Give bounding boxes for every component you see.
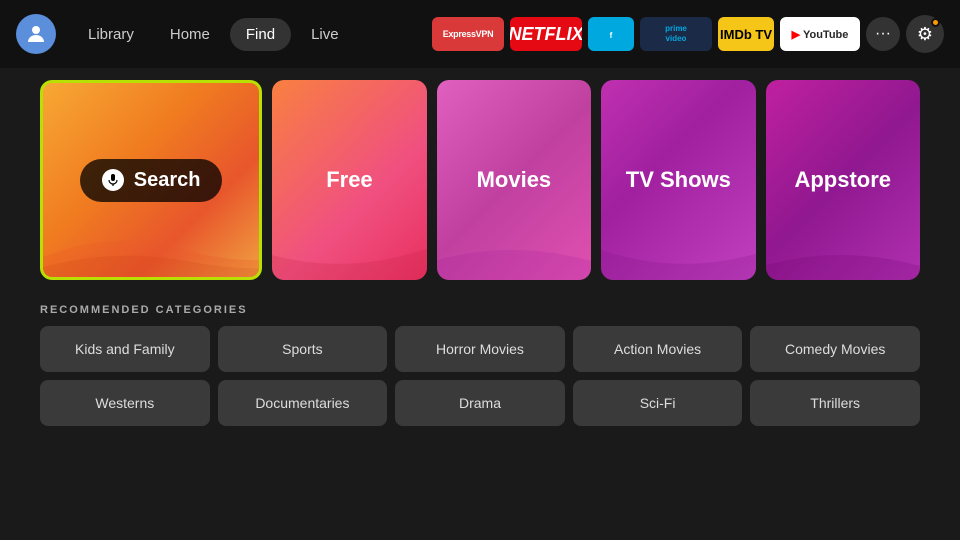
prime-app-icon[interactable]: primevideo bbox=[640, 17, 712, 51]
settings-button[interactable]: ⚙ bbox=[906, 15, 944, 53]
settings-notification-dot bbox=[931, 18, 940, 27]
category-drama[interactable]: Drama bbox=[395, 380, 565, 426]
microphone-icon bbox=[102, 169, 124, 191]
youtube-label: ▶ YouTube bbox=[792, 28, 849, 41]
category-thrillers[interactable]: Thrillers bbox=[750, 380, 920, 426]
search-button[interactable]: Search bbox=[80, 159, 223, 202]
movies-tile-label: Movies bbox=[477, 167, 552, 193]
app-icons-bar: ExpressVPN NETFLIX f primevideo IMDb TV … bbox=[432, 15, 944, 53]
search-tile[interactable]: Search bbox=[40, 80, 262, 280]
category-horror-movies[interactable]: Horror Movies bbox=[395, 326, 565, 372]
category-westerns[interactable]: Westerns bbox=[40, 380, 210, 426]
category-comedy-movies[interactable]: Comedy Movies bbox=[750, 326, 920, 372]
netflix-app-icon[interactable]: NETFLIX bbox=[510, 17, 582, 51]
main-content: Search Free Movies TV Shows bbox=[0, 68, 960, 304]
expressvpn-app-icon[interactable]: ExpressVPN bbox=[432, 17, 504, 51]
category-action-movies[interactable]: Action Movies bbox=[573, 326, 743, 372]
more-apps-button[interactable]: ··· bbox=[866, 17, 900, 51]
category-kids-family[interactable]: Kids and Family bbox=[40, 326, 210, 372]
free-tile-label: Free bbox=[326, 167, 372, 193]
svg-text:f: f bbox=[610, 31, 613, 40]
appstore-tile[interactable]: Appstore bbox=[766, 80, 920, 280]
youtube-app-icon[interactable]: ▶ YouTube bbox=[780, 17, 860, 51]
main-tiles-row: Search Free Movies TV Shows bbox=[40, 80, 920, 280]
recommended-categories-title: RECOMMENDED CATEGORIES bbox=[40, 304, 920, 316]
nav-live[interactable]: Live bbox=[295, 18, 355, 51]
category-row-2: Westerns Documentaries Drama Sci-Fi Thri… bbox=[40, 380, 920, 426]
expressvpn-label: ExpressVPN bbox=[443, 29, 494, 39]
freevee-app-icon[interactable]: f bbox=[588, 17, 634, 51]
prime-label: primevideo bbox=[665, 24, 687, 43]
tvshows-tile[interactable]: TV Shows bbox=[601, 80, 755, 280]
appstore-tile-label: Appstore bbox=[794, 167, 891, 193]
nav-home[interactable]: Home bbox=[154, 18, 226, 51]
search-label: Search bbox=[134, 169, 201, 192]
gear-icon: ⚙ bbox=[917, 24, 933, 45]
recommended-categories-section: RECOMMENDED CATEGORIES Kids and Family S… bbox=[0, 304, 960, 426]
category-scifi[interactable]: Sci-Fi bbox=[573, 380, 743, 426]
free-tile[interactable]: Free bbox=[272, 80, 426, 280]
nav-library[interactable]: Library bbox=[72, 18, 150, 51]
category-grid: Kids and Family Sports Horror Movies Act… bbox=[40, 326, 920, 426]
netflix-label: NETFLIX bbox=[510, 24, 582, 45]
tvshows-tile-label: TV Shows bbox=[626, 167, 731, 193]
nav-bar: Library Home Find Live bbox=[72, 18, 355, 51]
category-row-1: Kids and Family Sports Horror Movies Act… bbox=[40, 326, 920, 372]
category-documentaries[interactable]: Documentaries bbox=[218, 380, 388, 426]
avatar[interactable] bbox=[16, 14, 56, 54]
category-sports[interactable]: Sports bbox=[218, 326, 388, 372]
nav-find[interactable]: Find bbox=[230, 18, 291, 51]
imdb-app-icon[interactable]: IMDb TV bbox=[718, 17, 774, 51]
movies-tile[interactable]: Movies bbox=[437, 80, 591, 280]
header: Library Home Find Live ExpressVPN NETFLI… bbox=[0, 0, 960, 68]
imdb-label: IMDb TV bbox=[720, 27, 772, 42]
